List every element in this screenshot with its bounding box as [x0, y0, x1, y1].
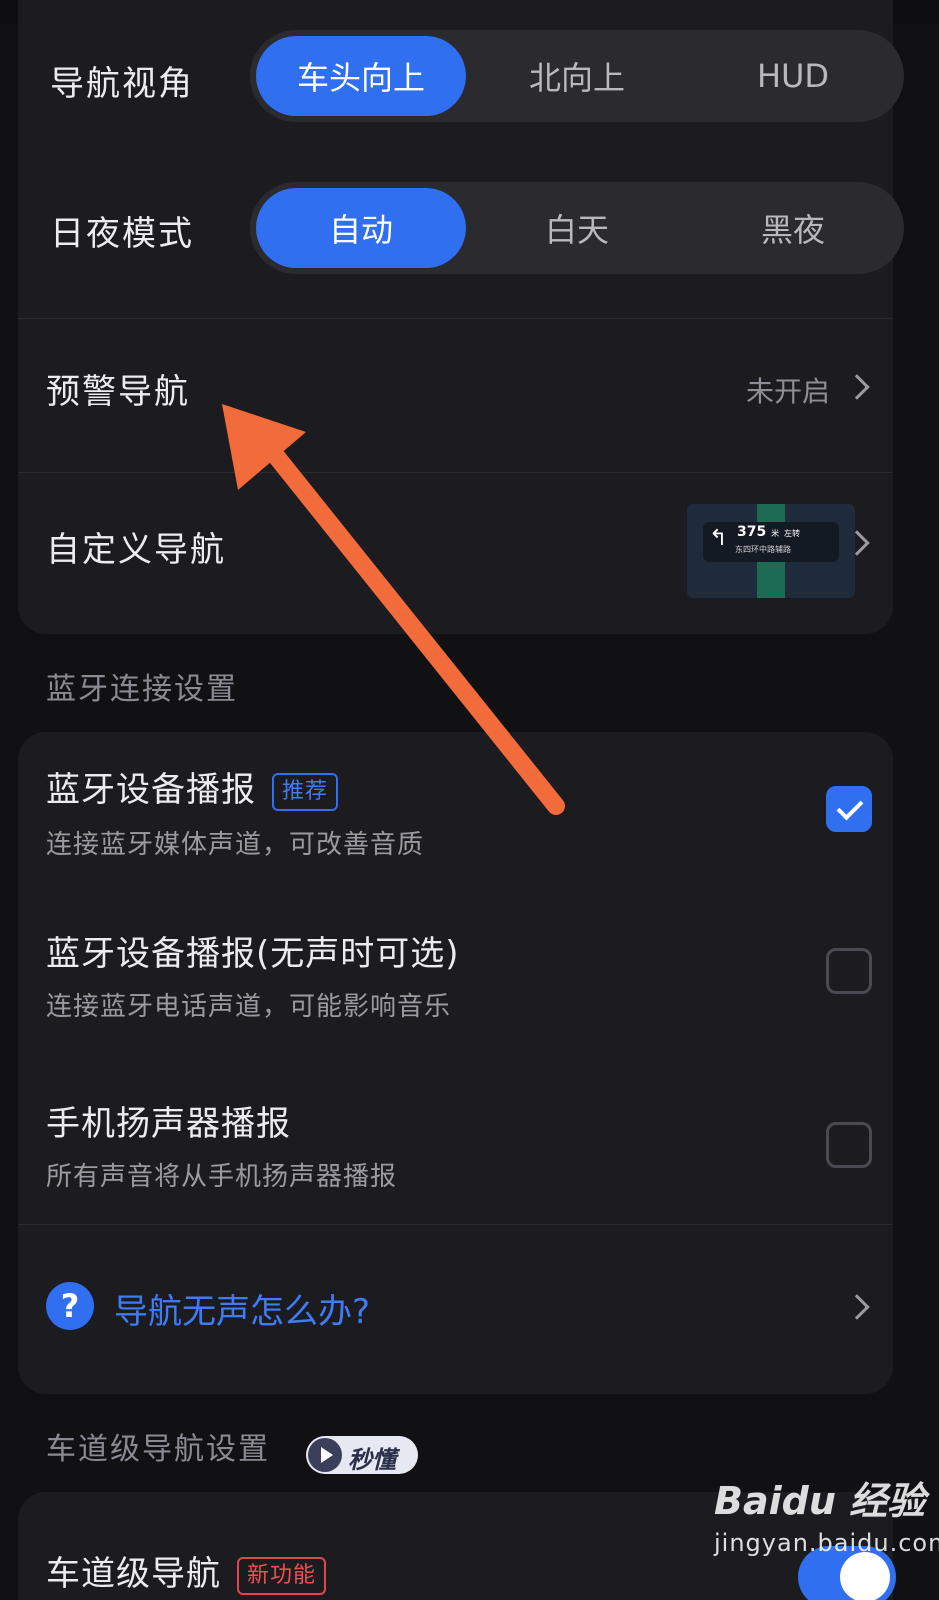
early-warning-label: 预警导航: [46, 372, 190, 412]
chevron-right-icon: [844, 374, 870, 400]
option-title: 蓝牙设备播报(无声时可选): [46, 934, 460, 974]
recommended-badge: 推荐: [272, 772, 339, 811]
day-night-segmented-control: 自动 白天 黑夜: [250, 182, 904, 274]
checkbox-unchecked[interactable]: [826, 948, 872, 994]
lane-section-title: 车道级导航设置: [46, 1432, 270, 1467]
phone-speaker-option[interactable]: 手机扬声器播报 所有声音将从手机扬声器播报: [18, 1052, 893, 1222]
bluetooth-option-phone[interactable]: 蓝牙设备播报(无声时可选) 连接蓝牙电话声道，可能影响音乐: [18, 892, 893, 1052]
video-tutorial-badge[interactable]: 秒懂: [306, 1436, 418, 1474]
day-night-label: 日夜模式: [50, 214, 194, 254]
toggle-knob: [840, 1552, 890, 1600]
new-feature-badge: 新功能: [237, 1556, 327, 1595]
option-title: 蓝牙设备播报 推荐: [46, 762, 339, 811]
option-title: 手机扬声器播报: [46, 1104, 291, 1144]
video-badge-text: 秒懂: [348, 1446, 396, 1474]
watermark-brand: Baidu 经验: [714, 1479, 926, 1523]
custom-nav-label: 自定义导航: [46, 530, 226, 570]
nav-view-option-hud[interactable]: HUD: [688, 36, 898, 116]
option-description: 连接蓝牙电话声道，可能影响音乐: [46, 992, 452, 1022]
day-night-option-day[interactable]: 白天: [472, 188, 682, 268]
nav-view-segmented-control: 车头向上 北向上 HUD: [250, 30, 904, 122]
baidu-watermark: Baidu 经验 jingyan.baidu.com: [714, 1470, 939, 1557]
nav-display-card: 导航视角 车头向上 北向上 HUD 日夜模式 自动 白天 黑夜 预警导航 未开启…: [18, 0, 904, 634]
option-description: 连接蓝牙媒体声道，可改善音质: [46, 830, 425, 860]
nav-view-label: 导航视角: [50, 64, 194, 104]
watermark-url: jingyan.baidu.com: [714, 1529, 939, 1557]
divider: [18, 1224, 893, 1225]
chevron-right-icon: [844, 1294, 870, 1320]
nav-view-option-north-up[interactable]: 北向上: [472, 36, 682, 116]
checkbox-checked[interactable]: [826, 786, 872, 832]
nav-view-option-heading-up[interactable]: 车头向上: [256, 36, 466, 116]
preview-distance: 375 米 左转: [737, 524, 800, 540]
day-night-option-night[interactable]: 黑夜: [688, 188, 898, 268]
no-sound-help-link[interactable]: 导航无声怎么办?: [114, 1284, 370, 1333]
preview-road-name: 东四环中路辅路: [735, 545, 791, 554]
bluetooth-option-media[interactable]: 蓝牙设备播报 推荐 连接蓝牙媒体声道，可改善音质: [18, 732, 893, 892]
early-warning-row[interactable]: 预警导航 未开启: [18, 320, 893, 470]
early-warning-status: 未开启: [746, 375, 831, 408]
question-icon: ?: [46, 1282, 94, 1330]
lane-nav-title: 车道级导航 新功能: [46, 1546, 327, 1595]
custom-nav-preview-thumbnail: ↰ 375 米 左转 东四环中路辅路: [687, 504, 855, 598]
divider: [18, 472, 893, 473]
divider: [18, 318, 893, 319]
option-description: 所有声音将从手机扬声器播报: [46, 1162, 398, 1192]
checkbox-unchecked[interactable]: [826, 1122, 872, 1168]
bluetooth-section-title: 蓝牙连接设置: [46, 672, 238, 707]
bluetooth-card: 蓝牙设备播报 推荐 连接蓝牙媒体声道，可改善音质 蓝牙设备播报(无声时可选) 连接…: [18, 732, 893, 1394]
day-night-option-auto[interactable]: 自动: [256, 188, 466, 268]
turn-left-arrow-icon: ↰: [709, 526, 728, 551]
play-icon: [308, 1438, 342, 1472]
